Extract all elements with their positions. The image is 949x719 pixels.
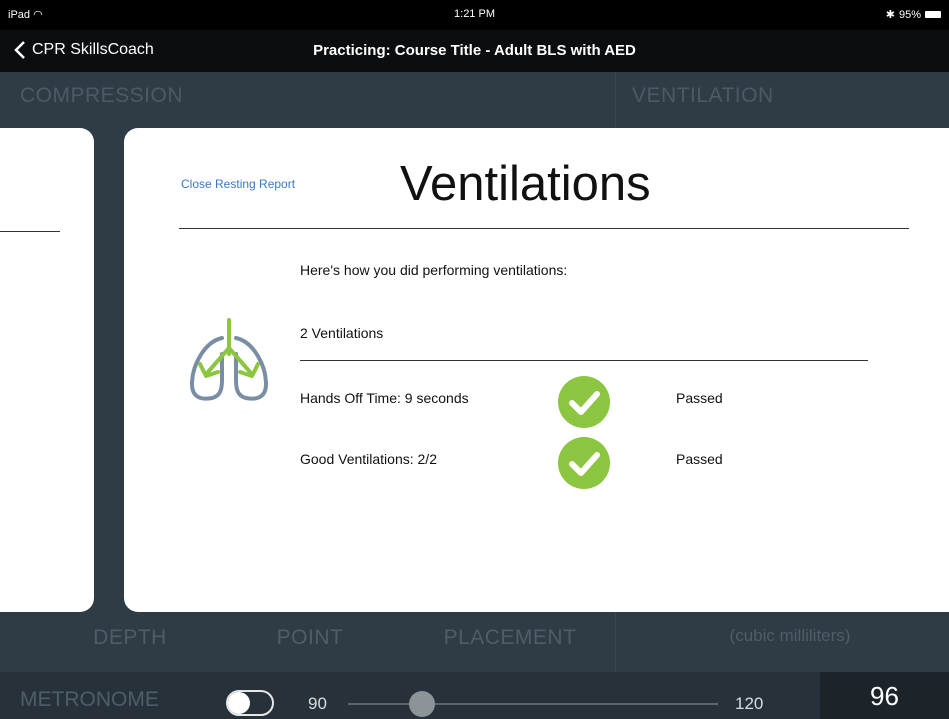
point-label: POINT xyxy=(276,626,344,649)
count-divider xyxy=(300,360,868,361)
bluetooth-icon: ✱ xyxy=(885,9,895,21)
compression-card xyxy=(0,128,94,612)
result-row-status: Passed xyxy=(676,451,723,467)
battery-percent: 95% xyxy=(898,8,921,21)
result-row-label: Hands Off Time: 9 seconds xyxy=(300,390,469,406)
status-battery: ✱ 95% xyxy=(886,8,941,21)
status-bar: iPad ◠ 1:21 PM ✱ 95% xyxy=(0,0,949,30)
metronome-toggle[interactable] xyxy=(226,690,274,716)
metronome-value: 96 xyxy=(870,681,899,711)
divider xyxy=(0,231,60,232)
report-title: Ventilations xyxy=(400,157,651,211)
status-time: 1:21 PM xyxy=(454,8,495,20)
metronome-max: 120 xyxy=(735,694,764,713)
check-circle-icon xyxy=(558,437,610,489)
toggle-knob xyxy=(228,692,250,714)
ventilation-section-label: VENTILATION xyxy=(632,84,774,107)
report-intro: Here's how you did performing ventilatio… xyxy=(300,262,568,278)
placement-label: PLACEMENT xyxy=(443,626,577,649)
result-row-status: Passed xyxy=(676,390,723,406)
ventilations-report-card: Close Resting Report Ventilations Here's… xyxy=(124,128,949,612)
metronome-label: METRONOME xyxy=(20,688,159,711)
lungs-icon xyxy=(189,318,269,401)
compression-section-label: COMPRESSION xyxy=(20,84,184,107)
title-divider xyxy=(179,228,909,229)
metronome-min: 90 xyxy=(308,694,327,713)
page-title: Practicing: Course Title - Adult BLS wit… xyxy=(313,42,636,59)
ventilation-count: 2 Ventilations xyxy=(300,325,384,341)
depth-label: DEPTH xyxy=(93,626,167,649)
navigation-bar: CPR SkillsCoach Practicing: Course Title… xyxy=(0,30,949,72)
metronome-slider[interactable] xyxy=(348,703,718,705)
check-circle-icon xyxy=(558,376,610,428)
metronome-value-box: 96 xyxy=(820,672,949,719)
volume-unit-label: (cubic milliliters) xyxy=(729,626,851,645)
close-report-link[interactable]: Close Resting Report xyxy=(181,177,295,191)
result-row-label: Good Ventilations: 2/2 xyxy=(300,451,437,467)
metronome-slider-thumb[interactable] xyxy=(409,691,435,717)
battery-icon xyxy=(925,11,941,18)
